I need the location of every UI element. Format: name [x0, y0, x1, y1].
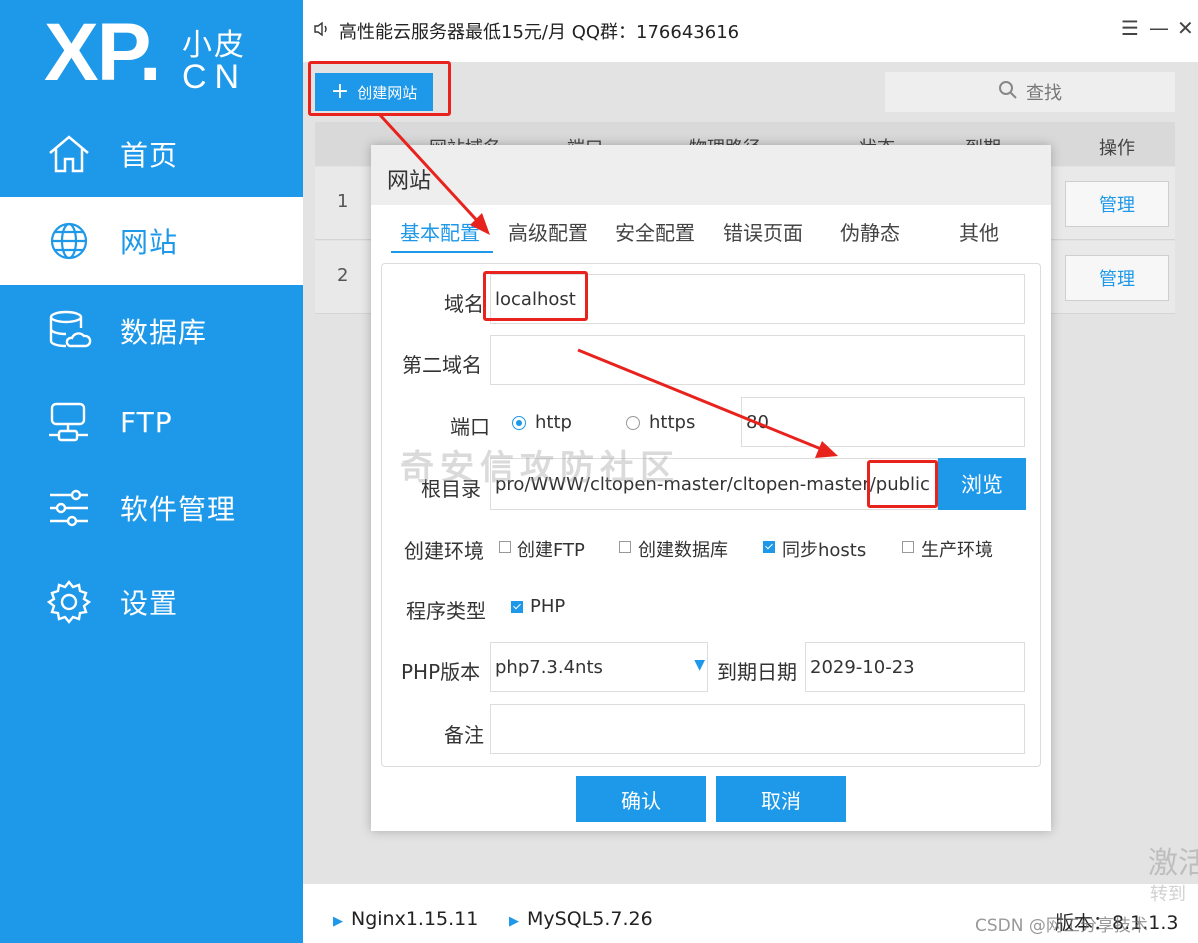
annotation-arrow — [577, 348, 827, 453]
annotation-arrow — [378, 113, 484, 228]
watermark-csdn: CSDN @网工分享技术 — [975, 916, 1148, 936]
watermark-activate: 激活 — [1148, 846, 1198, 881]
watermark-center: 奇安信攻防社区 — [400, 448, 680, 488]
watermark-goto: 转到 — [1150, 884, 1186, 905]
